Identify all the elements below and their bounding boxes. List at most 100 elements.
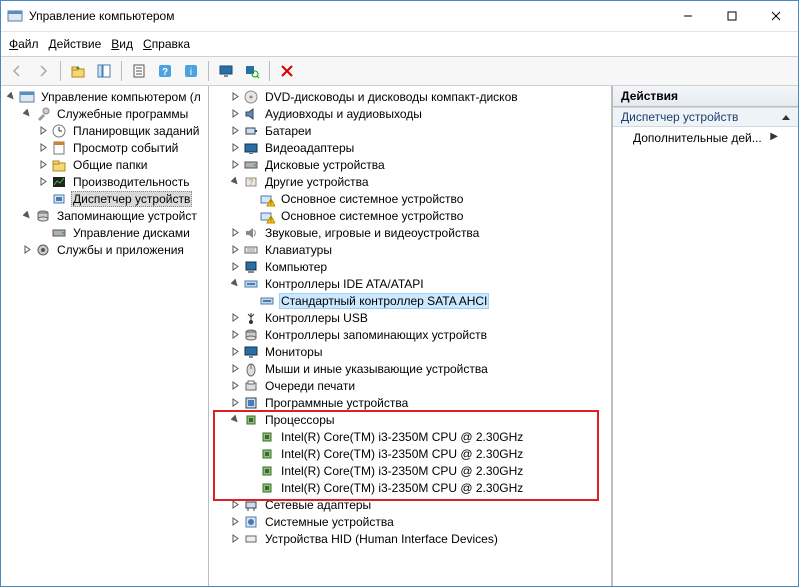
collapse-icon[interactable] — [19, 106, 35, 122]
maximize-button[interactable] — [710, 1, 754, 31]
expand-icon[interactable] — [227, 361, 243, 377]
computer-icon — [243, 259, 259, 275]
tree-item-storage-root[interactable]: Запоминающие устройст — [3, 207, 208, 224]
device-item[interactable]: Intel(R) Core(TM) i3-2350M CPU @ 2.30GHz — [211, 479, 611, 496]
expand-icon[interactable] — [227, 157, 243, 173]
toolbar-monitor[interactable] — [214, 59, 238, 83]
toolbar-help[interactable]: ? — [153, 59, 177, 83]
menu-help[interactable]: Справка — [143, 37, 190, 51]
expand-icon[interactable] — [227, 531, 243, 547]
menu-file[interactable]: Файл — [9, 37, 39, 51]
collapse-icon[interactable] — [227, 174, 243, 190]
expand-icon[interactable] — [227, 140, 243, 156]
toolbar: ? i — [1, 56, 798, 86]
expand-icon[interactable] — [227, 514, 243, 530]
device-item[interactable]: Мыши и иные указывающие устройства — [211, 360, 611, 377]
expand-icon[interactable] — [227, 225, 243, 241]
device-item[interactable]: Батареи — [211, 122, 611, 139]
expand-icon[interactable] — [35, 157, 51, 173]
expand-icon[interactable] — [227, 106, 243, 122]
device-item[interactable]: Компьютер — [211, 258, 611, 275]
device-item[interactable]: Очереди печати — [211, 377, 611, 394]
expand-icon[interactable] — [227, 123, 243, 139]
device-item[interactable]: DVD-дисководы и дисководы компакт-дисков — [211, 88, 611, 105]
device-item[interactable]: Процессоры — [211, 411, 611, 428]
expand-icon[interactable] — [227, 344, 243, 360]
device-item[interactable]: Клавиатуры — [211, 241, 611, 258]
tree-item-services-2[interactable]: Общие папки — [3, 156, 208, 173]
expand-icon[interactable] — [35, 123, 51, 139]
device-tree[interactable]: DVD-дисководы и дисководы компакт-дисков… — [209, 86, 612, 586]
device-item[interactable]: !Основное системное устройство — [211, 190, 611, 207]
device-item[interactable]: Стандартный контроллер SATA AHCI — [211, 292, 611, 309]
tree-item-services-3[interactable]: Производительность — [3, 173, 208, 190]
toolbar-forward[interactable] — [31, 59, 55, 83]
device-item[interactable]: Контроллеры запоминающих устройств — [211, 326, 611, 343]
device-item[interactable]: ?Другие устройства — [211, 173, 611, 190]
device-item[interactable]: Аудиовходы и аудиовыходы — [211, 105, 611, 122]
device-item[interactable]: ! Основное системное устройство — [211, 207, 611, 224]
expand-icon[interactable] — [35, 140, 51, 156]
device-item[interactable]: Видеоадаптеры — [211, 139, 611, 156]
tree-item-services-0[interactable]: Планировщик заданий — [3, 122, 208, 139]
toolbar-showhide[interactable] — [92, 59, 116, 83]
device-item[interactable]: Контроллеры IDE ATA/ATAPI — [211, 275, 611, 292]
device-item[interactable]: Дисковые устройства — [211, 156, 611, 173]
expand-icon[interactable] — [227, 378, 243, 394]
close-button[interactable] — [754, 1, 798, 31]
device-label: Основное системное устройство — [279, 209, 465, 223]
device-item[interactable]: Мониторы — [211, 343, 611, 360]
expand-icon[interactable] — [227, 395, 243, 411]
device-label: Основное системное устройство — [279, 192, 465, 206]
minimize-button[interactable] — [666, 1, 710, 31]
tree-item-services-1[interactable]: Просмотр событий — [3, 139, 208, 156]
device-item[interactable]: Программные устройства — [211, 394, 611, 411]
menu-view[interactable]: Вид — [111, 37, 133, 51]
clock-icon — [51, 123, 67, 139]
tree-label: Управление компьютером (л — [39, 90, 203, 104]
device-label: Другие устройства — [263, 175, 371, 189]
menu-action[interactable]: Действие — [49, 37, 102, 51]
warn-icon: ! — [259, 208, 275, 224]
expand-icon[interactable] — [227, 259, 243, 275]
tree-item-console-root[interactable]: Управление компьютером (л — [3, 88, 208, 105]
tree-item-services-4[interactable]: Диспетчер устройств — [3, 190, 208, 207]
expand-icon[interactable] — [227, 310, 243, 326]
device-item[interactable]: Звуковые, игровые и видеоустройства — [211, 224, 611, 241]
tree-item-storage-0[interactable]: Управление дисками — [3, 224, 208, 241]
device-item[interactable]: Системные устройства — [211, 513, 611, 530]
device-label: Процессоры — [263, 413, 337, 427]
device-item[interactable]: Контроллеры USB — [211, 309, 611, 326]
disk-icon — [51, 225, 67, 241]
console-tree[interactable]: Управление компьютером (лСлужебные прогр… — [1, 86, 209, 586]
collapse-icon[interactable] — [227, 412, 243, 428]
collapse-icon[interactable] — [227, 276, 243, 292]
toolbar-back[interactable] — [5, 59, 29, 83]
device-item[interactable]: Устройства HID (Human Interface Devices) — [211, 530, 611, 547]
collapse-icon[interactable] — [3, 89, 19, 105]
expand-icon[interactable] — [227, 497, 243, 513]
cpu-icon — [243, 412, 259, 428]
expand-icon[interactable] — [227, 242, 243, 258]
device-item[interactable]: Intel(R) Core(TM) i3-2350M CPU @ 2.30GHz — [211, 462, 611, 479]
toolbar-properties[interactable] — [127, 59, 151, 83]
toolbar-uninstall[interactable] — [275, 59, 299, 83]
actions-group[interactable]: Диспетчер устройств — [613, 107, 798, 127]
titlebar: Управление компьютером — [1, 1, 798, 32]
expand-icon[interactable] — [19, 242, 35, 258]
expand-icon[interactable] — [35, 174, 51, 190]
device-item[interactable]: Intel(R) Core(TM) i3-2350M CPU @ 2.30GHz — [211, 428, 611, 445]
expand-icon[interactable] — [227, 89, 243, 105]
device-item[interactable]: Сетевые адаптеры — [211, 496, 611, 513]
tree-item-services-root[interactable]: Служебные программы — [3, 105, 208, 122]
toolbar-up[interactable] — [66, 59, 90, 83]
collapse-icon[interactable] — [19, 208, 35, 224]
device-item[interactable]: Intel(R) Core(TM) i3-2350M CPU @ 2.30GHz — [211, 445, 611, 462]
tree-item-services-apps[interactable]: Службы и приложения — [3, 241, 208, 258]
expand-icon[interactable] — [227, 327, 243, 343]
toolbar-scan[interactable] — [240, 59, 264, 83]
toolbar-refresh[interactable]: i — [179, 59, 203, 83]
sound-icon — [243, 225, 259, 241]
actions-more[interactable]: Дополнительные дей... ▶ — [613, 127, 798, 149]
audio-icon — [243, 106, 259, 122]
